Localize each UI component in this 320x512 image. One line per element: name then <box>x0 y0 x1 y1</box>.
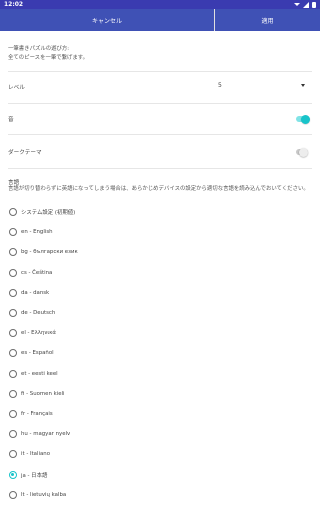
radio-button[interactable] <box>9 470 17 479</box>
level-value: 5 <box>218 82 222 89</box>
cancel-button[interactable]: キャンセル <box>0 9 215 31</box>
language-option[interactable]: fi - Suomen kieli <box>0 384 320 404</box>
intro-line-2: 全てのピースを一筆で繋げます。 <box>8 55 89 61</box>
language-option[interactable]: bg - български език <box>0 242 320 262</box>
radio-button[interactable] <box>9 389 17 398</box>
status-icons <box>294 1 316 8</box>
radio-button[interactable] <box>9 208 17 217</box>
toggle-knob <box>301 114 310 124</box>
language-option-label: en - English <box>21 229 53 236</box>
sound-toggle[interactable] <box>296 114 310 124</box>
radio-button[interactable] <box>9 369 17 378</box>
language-option-label: cs - Čeština <box>21 269 53 276</box>
radio-button[interactable] <box>9 288 17 297</box>
language-option[interactable]: fr - Français <box>0 404 320 424</box>
signal-icon <box>303 1 309 8</box>
language-option-label: es - Español <box>21 350 54 357</box>
settings-panel: 一筆書きパズルの遊び方: 全てのピースを一筆で繋げます。 レベル 5 音 ダーク… <box>0 31 320 512</box>
status-bar: 12:02 <box>0 0 320 9</box>
language-option[interactable]: hu - magyar nyelv <box>0 424 320 444</box>
language-option[interactable]: en - English <box>0 222 320 242</box>
language-option-label: fr - Français <box>21 410 53 417</box>
radio-button[interactable] <box>9 490 17 499</box>
radio-button[interactable] <box>9 349 17 358</box>
language-option[interactable]: es - Español <box>0 343 320 363</box>
radio-button[interactable] <box>9 430 17 439</box>
battery-icon <box>312 1 316 8</box>
language-option[interactable]: el - Ελληνικά <box>0 323 320 343</box>
action-bar: キャンセル 適用 <box>0 9 320 31</box>
language-option[interactable]: de - Deutsch <box>0 303 320 323</box>
radio-button[interactable] <box>9 268 17 277</box>
language-option-label: lt - lietuvių kalba <box>21 491 67 498</box>
intro-line-1: 一筆書きパズルの遊び方: <box>8 46 70 52</box>
divider <box>8 168 312 169</box>
radio-button[interactable] <box>9 329 17 338</box>
language-option[interactable]: lt - lietuvių kalba <box>0 485 320 505</box>
language-option[interactable]: ja - 日本語 <box>0 464 320 484</box>
language-option-label: bg - български език <box>21 249 78 256</box>
wifi-icon <box>294 3 300 6</box>
language-option-label: de - Deutsch <box>21 310 56 317</box>
language-option-label: it - Italiano <box>21 451 51 458</box>
sound-label: 音 <box>8 117 14 123</box>
chevron-down-icon <box>301 84 305 87</box>
language-option-label: et - eesti keel <box>21 370 58 377</box>
language-option-label: ja - 日本語 <box>21 472 48 479</box>
language-option-label: fi - Suomen kieli <box>21 390 65 397</box>
apply-button[interactable]: 適用 <box>215 9 320 31</box>
radio-button[interactable] <box>9 248 17 257</box>
language-option-label: システム設定 (初期値) <box>21 210 76 217</box>
language-option[interactable]: et - eesti keel <box>0 364 320 384</box>
language-option-label: el - Ελληνικά <box>21 330 56 337</box>
status-time: 12:02 <box>4 1 24 8</box>
divider <box>8 71 312 72</box>
language-option-label: hu - magyar nyelv <box>21 431 71 438</box>
intro-text: 一筆書きパズルの遊び方: 全てのピースを一筆で繋げます。 <box>8 45 88 63</box>
radio-button[interactable] <box>9 228 17 237</box>
language-option-label: da - dansk <box>21 289 50 296</box>
divider <box>8 134 312 135</box>
radio-button[interactable] <box>9 409 17 418</box>
language-option[interactable]: システム設定 (初期値) <box>0 202 320 222</box>
language-option[interactable]: cs - Čeština <box>0 263 320 283</box>
radio-button[interactable] <box>9 309 17 318</box>
dark-theme-label: ダークテーマ <box>8 150 42 156</box>
language-radio-group: システム設定 (初期値) en - English bg - български е… <box>0 202 320 505</box>
language-option[interactable]: it - Italiano <box>0 444 320 464</box>
toggle-knob <box>299 147 308 157</box>
language-option[interactable]: da - dansk <box>0 283 320 303</box>
level-label: レベル <box>8 85 25 91</box>
language-description: 言語が切り替わらずに英語になってしまう場合は、あらかじめデバイスの設定から適切な… <box>8 186 309 192</box>
radio-button[interactable] <box>9 450 17 459</box>
dark-theme-toggle[interactable] <box>296 147 308 157</box>
divider <box>8 103 312 104</box>
